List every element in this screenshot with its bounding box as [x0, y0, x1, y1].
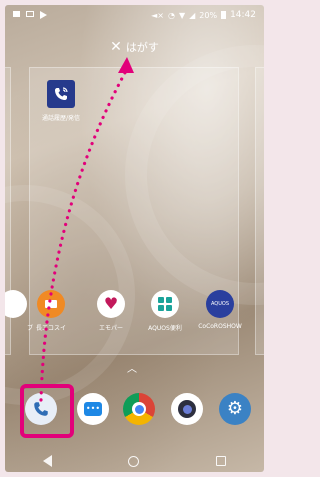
emopa-heart-icon: ♥: [97, 290, 125, 318]
phone-screen: ◄× ◔ ▼ ◢ 20% 14:42 ✕ はがす 通話履歴/発信 ブ 長エコスイ…: [5, 5, 264, 472]
notification-icons: [13, 11, 47, 19]
app-battery-eco[interactable]: 長エコスイ: [29, 290, 73, 332]
status-bar: ◄× ◔ ▼ ◢ 20% 14:42: [5, 5, 264, 25]
app-row: ブ 長エコスイ ♥ エモパー AQUOS便利 AQUOS CoCoROSHOW: [5, 290, 264, 345]
status-right: ◄× ◔ ▼ ◢ 20% 14:42: [151, 10, 256, 20]
app-label: CoCoROSHOW: [198, 323, 242, 330]
remove-drop-target[interactable]: ✕ はがす: [5, 35, 264, 59]
widget-label: 通話履歴/発信: [41, 115, 81, 122]
mute-icon: ◄×: [151, 10, 164, 20]
notification-flag-icon: [40, 11, 47, 19]
app-label: 長エコスイ: [35, 325, 66, 332]
battery-eco-icon: [37, 290, 65, 318]
data-icon: ◔: [167, 10, 175, 20]
close-icon: ✕: [110, 39, 122, 55]
battery-icon: [221, 11, 227, 19]
chrome-icon[interactable]: [123, 393, 155, 425]
aquos-grid-icon: [151, 290, 179, 318]
camera-icon[interactable]: [171, 393, 203, 425]
recents-icon[interactable]: [215, 456, 226, 466]
app-emopa[interactable]: ♥ エモパー: [89, 290, 133, 332]
chevron-up-icon[interactable]: ︿: [127, 360, 137, 375]
notification-square-icon: [13, 11, 20, 17]
partial-app-icon: [5, 290, 27, 318]
aquos-icon: AQUOS: [206, 290, 234, 318]
call-history-icon: [47, 80, 75, 108]
clock: 14:42: [230, 10, 256, 20]
message-icon[interactable]: •••: [77, 393, 109, 425]
app-label: エモパー: [98, 325, 123, 332]
drag-highlight-frame: [20, 384, 74, 438]
app-aquos-convenient[interactable]: AQUOS便利: [143, 290, 187, 332]
notification-calendar-icon: [26, 11, 34, 17]
app-cocoroshow[interactable]: AQUOS CoCoROSHOW: [198, 290, 242, 330]
signal-icon: ◢: [189, 10, 196, 20]
battery-percent: 20%: [199, 10, 218, 20]
settings-gear-icon[interactable]: ⚙: [219, 393, 251, 425]
call-history-widget[interactable]: 通話履歴/発信: [39, 80, 83, 122]
home-icon[interactable]: [128, 455, 140, 467]
navigation-bar: [5, 450, 264, 472]
remove-label: はがす: [125, 41, 159, 54]
wifi-icon: ▼: [178, 10, 186, 20]
app-label: AQUOS便利: [148, 325, 182, 332]
back-icon[interactable]: [43, 455, 53, 467]
